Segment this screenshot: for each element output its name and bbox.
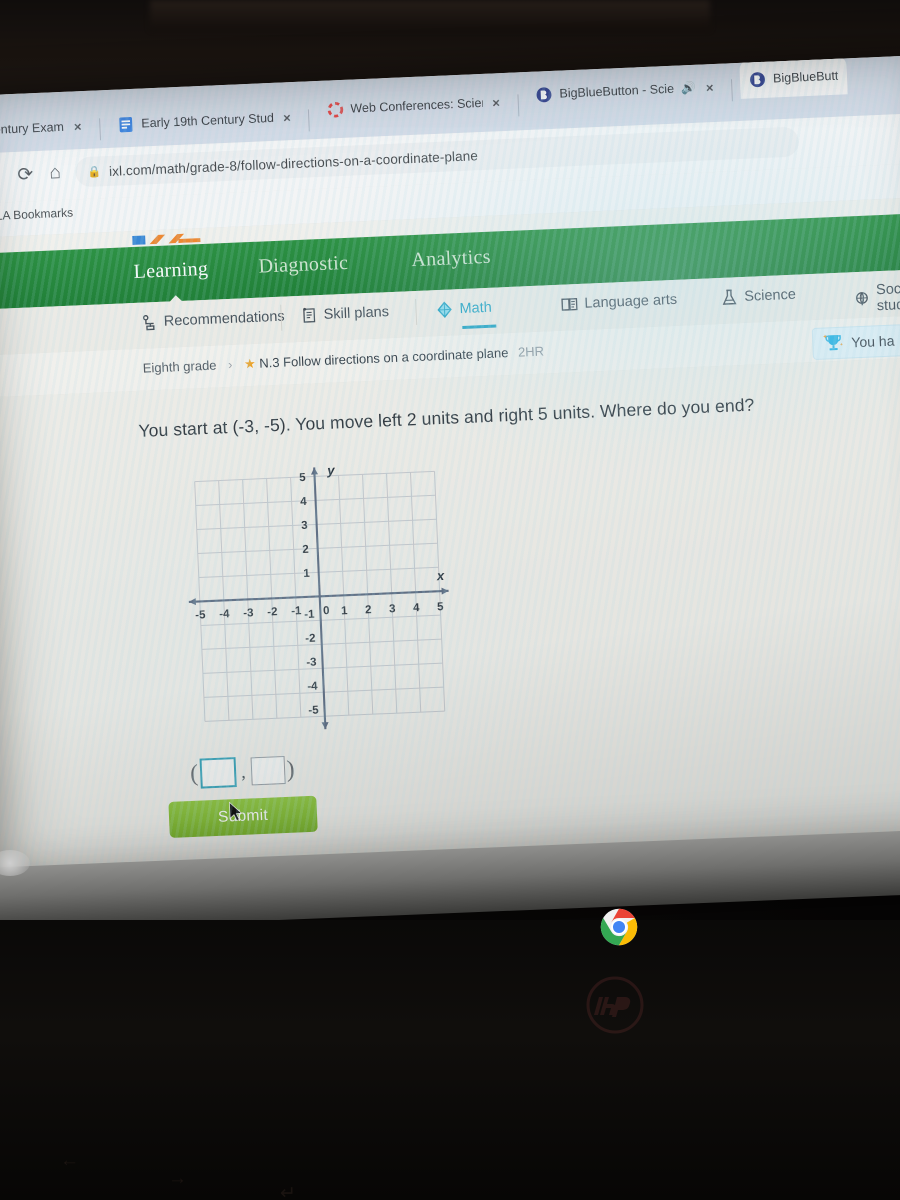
tab-divider	[730, 79, 733, 102]
tab-close-icon[interactable]: ×	[489, 95, 500, 110]
svg-text:1: 1	[303, 568, 311, 580]
tab-close-icon[interactable]: ×	[280, 110, 291, 125]
svg-text:-4: -4	[307, 680, 318, 692]
tab-divider	[516, 94, 519, 117]
award-badge-text: You ha	[850, 332, 895, 351]
tab-audio-icon[interactable]: 🔊	[681, 81, 697, 96]
subject-science[interactable]: Science	[720, 286, 796, 307]
svg-text:-2: -2	[267, 606, 278, 618]
tab-divider	[307, 109, 310, 132]
answer-input-row: ( , )	[190, 755, 296, 789]
browser-tab[interactable]: BigBlueButton - Scie 🔊 ×	[526, 68, 724, 114]
nav-tab-diagnostic[interactable]: Diagnostic	[258, 252, 349, 279]
keyboard-right-arrow-key[interactable]: →	[168, 1168, 187, 1190]
svg-text:3: 3	[301, 520, 308, 532]
x-axis-label: x	[436, 568, 446, 583]
subject-label: Social stud	[875, 280, 900, 315]
social-studies-globe-icon	[856, 292, 868, 306]
subject-label: Math	[459, 299, 493, 318]
svg-text:4: 4	[300, 496, 308, 508]
svg-text:-2: -2	[305, 633, 316, 645]
home-icon[interactable]: ⌂	[49, 162, 61, 184]
photo-of-laptop-screen: ly 19th Century Exam × Early 19th Centur…	[0, 0, 900, 1200]
svg-text:-3: -3	[243, 607, 254, 619]
y-axis-label: y	[326, 463, 336, 478]
coordinate-plane[interactable]: 5 4 3 2 1 -1 -2 -3 -4 -5 -5 -4 -3 -2 -1 …	[177, 458, 459, 747]
science-flask-icon	[722, 289, 737, 305]
subject-label: Skill plans	[323, 303, 390, 323]
award-badge[interactable]: You ha	[811, 324, 900, 361]
hp-logo-icon	[586, 976, 644, 1034]
breadcrumb-grade[interactable]: Eighth grade	[142, 358, 216, 376]
answer-x-input[interactable]	[199, 757, 237, 789]
loading-spinner-icon	[327, 101, 343, 117]
skill-plans-icon	[303, 307, 316, 323]
skill-code: 2HR	[517, 343, 545, 360]
subject-social-studies[interactable]: Social stud	[853, 279, 900, 315]
reload-icon[interactable]: ⟳	[17, 163, 34, 187]
svg-text:2: 2	[302, 544, 309, 556]
bigbluebutton-icon	[750, 71, 766, 87]
math-icon	[437, 301, 452, 318]
favorite-star-icon[interactable]: ★	[244, 356, 256, 371]
browser-tab[interactable]: Web Conferences: Scien ×	[317, 83, 510, 129]
keyboard-enter-key[interactable]: ↵	[280, 1182, 296, 1200]
recommendations-icon	[143, 315, 155, 331]
svg-text:2: 2	[365, 604, 372, 616]
svg-text:-1: -1	[291, 605, 302, 617]
tab-title: ly 19th Century Exam	[0, 119, 65, 139]
svg-text:-4: -4	[219, 608, 230, 620]
bigbluebutton-icon	[536, 86, 552, 102]
tab-title: Web Conferences: Scien	[350, 95, 483, 116]
tab-close-icon[interactable]: ×	[71, 119, 82, 134]
svg-text:-1: -1	[304, 609, 315, 621]
browser-tab-active[interactable]: BigBlueButt	[739, 56, 849, 99]
nav-tab-analytics[interactable]: Analytics	[411, 246, 491, 272]
browser-tab[interactable]: Early 19th Century Stud ×	[108, 98, 301, 144]
trophy-icon	[823, 334, 843, 351]
subject-label: Science	[743, 286, 797, 305]
chrome-icon[interactable]	[596, 904, 642, 950]
language-arts-icon	[561, 297, 578, 311]
breadcrumb-separator: ›	[227, 356, 233, 373]
laptop-screen: ly 19th Century Exam × Early 19th Centur…	[0, 54, 900, 896]
laptop-keyboard-deck	[0, 920, 900, 1200]
keyboard-left-arrow-key[interactable]: ←	[60, 1150, 79, 1172]
tab-title: BigBlueButt	[772, 68, 839, 86]
open-paren: (	[189, 760, 199, 787]
lock-icon: 🔒	[87, 165, 102, 179]
svg-text:-5: -5	[195, 609, 206, 621]
subject-math[interactable]: Math	[435, 299, 497, 329]
tab-divider	[98, 118, 101, 141]
subject-label: Language arts	[584, 291, 678, 312]
svg-text:-5: -5	[308, 704, 319, 716]
answer-y-input[interactable]	[250, 756, 286, 786]
mouse-cursor-icon	[229, 801, 243, 822]
tab-title: Early 19th Century Stud	[141, 110, 274, 131]
document-icon	[119, 116, 133, 132]
svg-text:5: 5	[437, 601, 445, 613]
nav-tab-learning[interactable]: Learning	[133, 258, 209, 284]
svg-text:3: 3	[389, 603, 396, 615]
svg-text:1: 1	[341, 605, 349, 617]
svg-text:0: 0	[323, 605, 330, 617]
svg-text:-3: -3	[306, 657, 317, 669]
close-paren: )	[286, 756, 296, 783]
svg-text:4: 4	[413, 602, 421, 614]
svg-text:5: 5	[299, 472, 307, 484]
tab-title: BigBlueButton - Scie	[559, 81, 675, 101]
tab-close-icon[interactable]: ×	[703, 80, 714, 95]
browser-tab[interactable]: ly 19th Century Exam ×	[0, 107, 91, 153]
answer-comma: ,	[240, 761, 247, 782]
